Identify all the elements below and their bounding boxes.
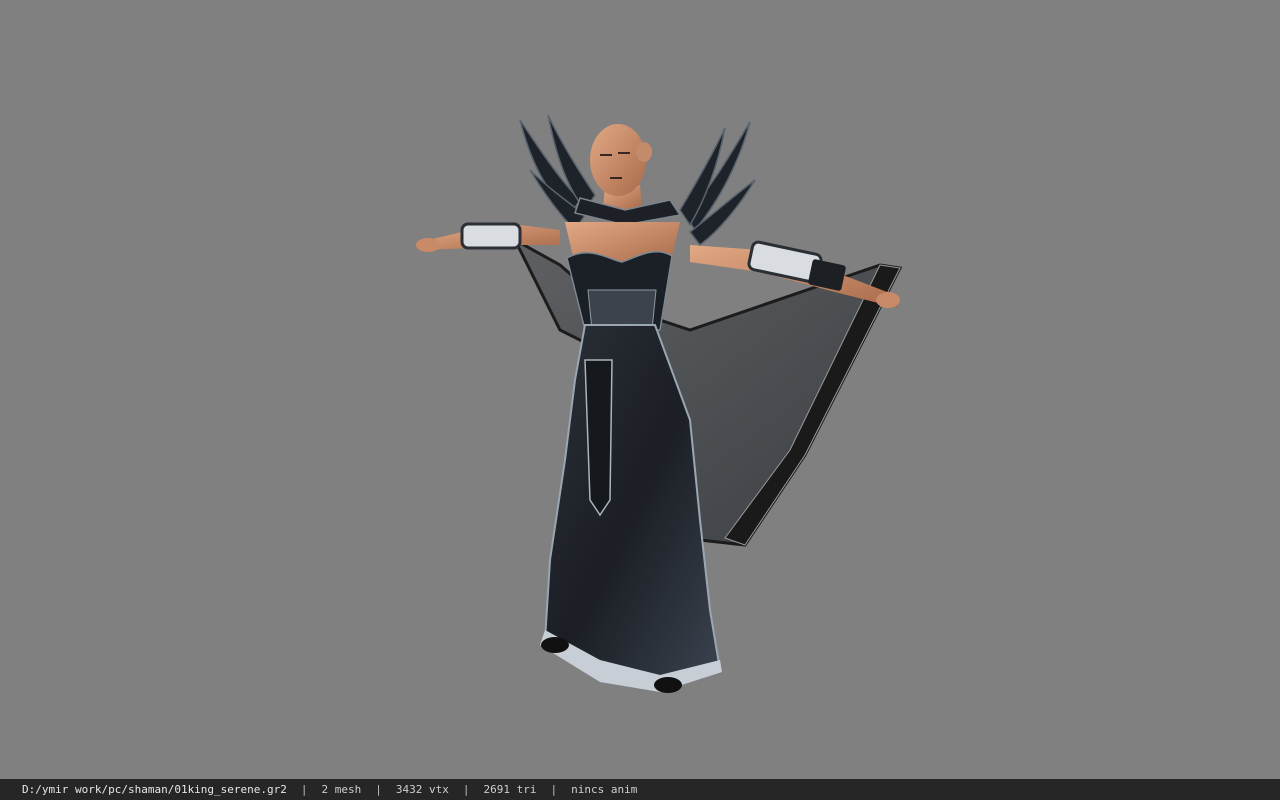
separator: | — [550, 783, 558, 796]
separator: | — [375, 783, 382, 796]
character-model[interactable] — [0, 0, 1280, 779]
status-bar: D:/ymir work/pc/shaman/01king_serene.gr2… — [0, 779, 1280, 800]
left-hand — [416, 238, 440, 252]
separator: | — [462, 783, 470, 796]
right-foot — [654, 677, 682, 693]
left-bracer — [460, 222, 522, 250]
right-shoulder-feathers — [679, 121, 756, 247]
triangle-count: 2691 tri — [483, 783, 537, 796]
left-foot — [541, 637, 569, 653]
3d-viewport[interactable] — [0, 0, 1280, 779]
right-hand — [876, 292, 900, 308]
vertex-count: 3432 vtx — [395, 783, 449, 796]
hair-bun — [636, 142, 652, 162]
separator: | — [300, 783, 308, 796]
animation-status: nincs anim — [571, 783, 638, 796]
head — [590, 124, 646, 196]
model-file-path: D:/ymir work/pc/shaman/01king_serene.gr2 — [22, 783, 287, 796]
dress-front-panel — [584, 359, 613, 517]
mesh-count: 2 mesh — [321, 783, 362, 796]
